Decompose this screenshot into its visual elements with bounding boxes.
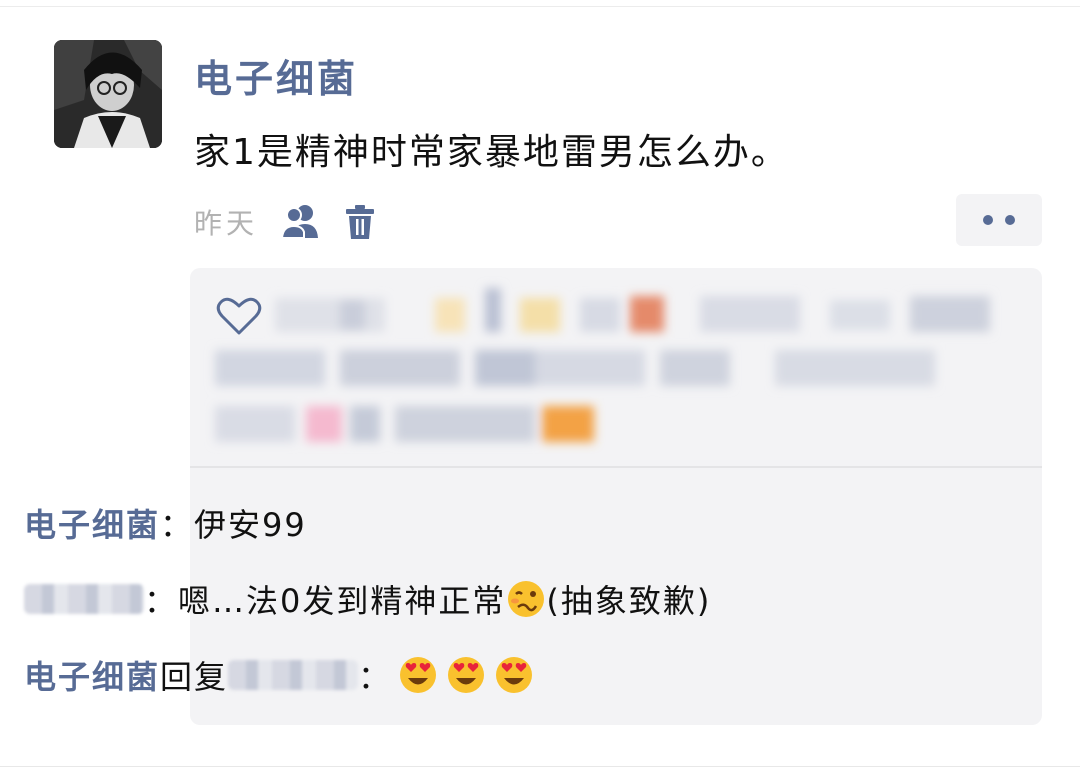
likes-list-blurred: [215, 288, 990, 442]
heart-icon[interactable]: [216, 296, 262, 340]
comment-author[interactable]: 电子细菌: [24, 500, 160, 546]
comment-item[interactable]: ： 嗯…法0发到精神正常 (抽象致歉): [24, 576, 711, 622]
comment-text: 嗯…法0发到精神正常: [178, 582, 507, 620]
more-icon: [983, 215, 993, 225]
heart-eyes-emoji: [398, 655, 438, 695]
reply-target-blurred[interactable]: [228, 660, 359, 690]
top-divider: [0, 6, 1080, 7]
bottom-divider: [0, 766, 1080, 767]
comment-item[interactable]: 电子细菌 回复 ：: [24, 652, 534, 698]
comment-suffix: (抽象致歉): [546, 582, 712, 620]
heart-eyes-emoji: [494, 655, 534, 695]
woozy-face-emoji: [506, 579, 546, 619]
comment-author[interactable]: 电子细菌: [24, 652, 160, 698]
likes-comments-divider: [190, 466, 1042, 468]
post-text: 家1是精神时常家暴地雷男怎么办。: [194, 132, 789, 173]
post-meta-row: 昨天: [194, 200, 382, 244]
avatar[interactable]: [54, 40, 162, 148]
comment-author-blurred[interactable]: [24, 584, 144, 614]
trash-icon[interactable]: [338, 200, 382, 244]
more-button[interactable]: [956, 194, 1042, 246]
likes-section: [190, 268, 1042, 466]
post-time: 昨天: [194, 207, 259, 240]
comment-text: 伊安99: [194, 506, 307, 544]
post-author[interactable]: 电子细菌: [194, 48, 358, 103]
friends-visibility-icon[interactable]: [280, 200, 324, 244]
reply-word: 回复: [160, 658, 229, 696]
heart-eyes-emoji: [446, 655, 486, 695]
comment-item[interactable]: 电子细菌 ： 伊安99: [24, 500, 307, 546]
